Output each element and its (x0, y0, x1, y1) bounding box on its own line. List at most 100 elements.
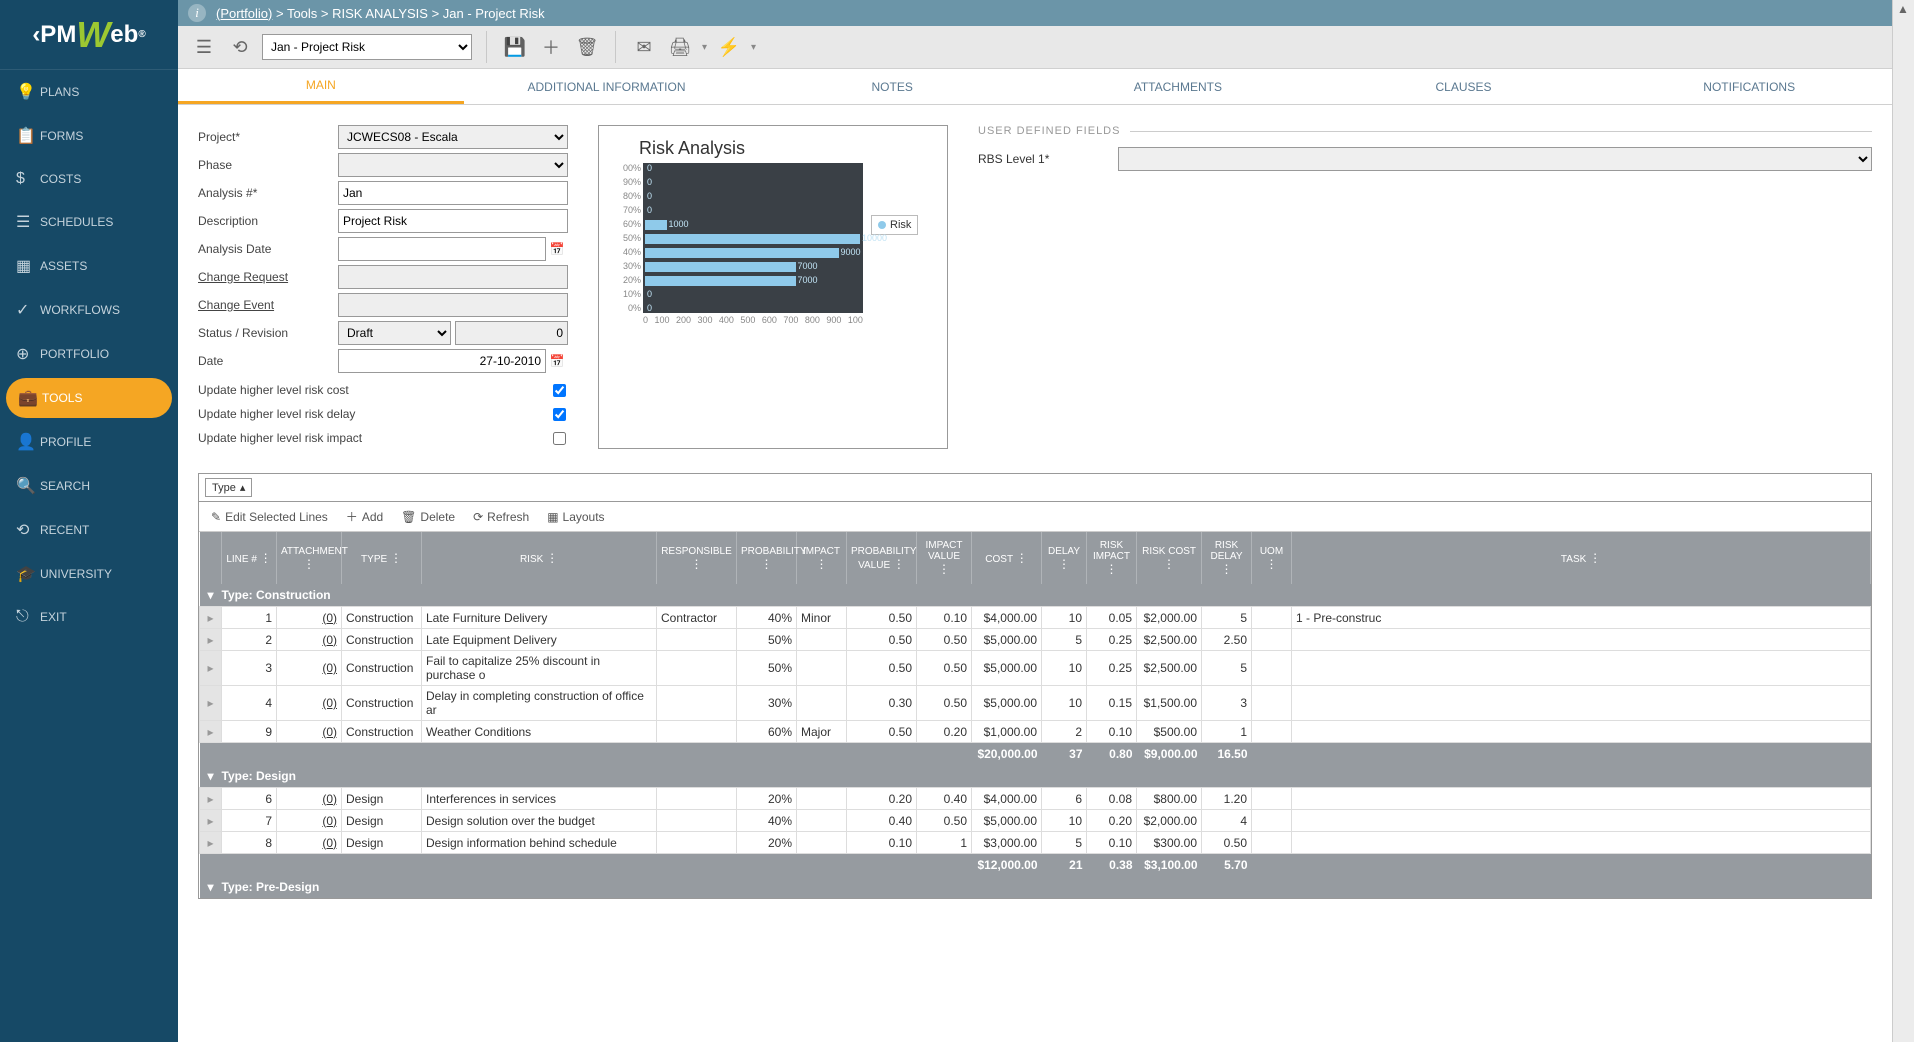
col-responsible[interactable]: RESPONSIBLE ⋮ (657, 532, 737, 584)
calendar-icon[interactable]: 📅 (546, 237, 568, 261)
scroll-up-icon[interactable]: ▲ (1897, 2, 1909, 16)
change-event-label[interactable]: Change Event (198, 298, 338, 312)
attachment-link[interactable]: (0) (322, 661, 337, 675)
tab-clauses[interactable]: CLAUSES (1321, 69, 1607, 104)
sidebar-item-profile[interactable]: 👤PROFILE (0, 420, 178, 464)
sidebar-item-assets[interactable]: ▦ASSETS (0, 244, 178, 288)
group-header[interactable]: ▾Type: Pre-Design (200, 876, 1871, 898)
sidebar-item-exit[interactable]: ⎋EXIT (0, 596, 178, 638)
list-icon[interactable]: ☰ (190, 33, 218, 61)
col-risk-delay[interactable]: RISK DELAY ⋮ (1202, 532, 1252, 584)
col-uom[interactable]: UOM ⋮ (1252, 532, 1292, 584)
col-impact[interactable]: IMPACT ⋮ (797, 532, 847, 584)
attachment-link[interactable]: (0) (322, 633, 337, 647)
tab-attachments[interactable]: ATTACHMENTS (1035, 69, 1321, 104)
add-icon[interactable]: ＋ (537, 33, 565, 61)
sidebar-item-costs[interactable]: $COSTS (0, 158, 178, 200)
sidebar-item-forms[interactable]: 📋FORMS (0, 114, 178, 158)
update-impact-checkbox[interactable] (553, 432, 566, 445)
tab-notes[interactable]: NOTES (749, 69, 1035, 104)
analysis-date-input[interactable] (338, 237, 546, 261)
row-handle[interactable]: ▸ (200, 788, 222, 810)
row-handle[interactable]: ▸ (200, 607, 222, 629)
info-icon[interactable]: i (188, 4, 206, 22)
sidebar-item-university[interactable]: 🎓UNIVERSITY (0, 552, 178, 596)
col-line-[interactable]: LINE # ⋮ (222, 532, 277, 584)
col-impact-value[interactable]: IMPACT VALUE ⋮ (917, 532, 972, 584)
tab-additional-information[interactable]: ADDITIONAL INFORMATION (464, 69, 750, 104)
sidebar-item-plans[interactable]: 💡PLANS (0, 70, 178, 114)
group-header[interactable]: ▾Type: Construction (200, 584, 1871, 607)
col-handle[interactable] (200, 532, 222, 584)
bolt-icon[interactable]: ⚡ (715, 33, 743, 61)
layouts-button[interactable]: ▦ Layouts (547, 508, 604, 525)
change-event-input (338, 293, 568, 317)
col-risk-impact[interactable]: RISK IMPACT ⋮ (1087, 532, 1137, 584)
row-handle[interactable]: ▸ (200, 721, 222, 743)
col-probability-value[interactable]: PROBABILITY VALUE ⋮ (847, 532, 917, 584)
attachment-link[interactable]: (0) (322, 611, 337, 625)
project-select[interactable]: JCWECS08 - Escala (338, 125, 568, 149)
sidebar-item-search[interactable]: 🔍SEARCH (0, 464, 178, 508)
date-input[interactable] (338, 349, 546, 373)
attachment-link[interactable]: (0) (322, 696, 337, 710)
edit-lines-button[interactable]: ✎ Edit Selected Lines (211, 508, 328, 525)
col-task[interactable]: TASK ⋮ (1292, 532, 1871, 584)
print-icon[interactable]: 🖨 (666, 33, 694, 61)
status-select[interactable]: Draft (338, 321, 451, 345)
col-delay[interactable]: DELAY ⋮ (1042, 532, 1087, 584)
save-icon[interactable]: 💾 (501, 33, 529, 61)
history-icon[interactable]: ⟲ (226, 33, 254, 61)
row-handle[interactable]: ▸ (200, 651, 222, 686)
tab-notifications[interactable]: NOTIFICATIONS (1606, 69, 1892, 104)
attachment-link[interactable]: (0) (322, 836, 337, 850)
table-row[interactable]: ▸7(0)DesignDesign solution over the budg… (200, 810, 1871, 832)
table-row[interactable]: ▸9(0)ConstructionWeather Conditions60%Ma… (200, 721, 1871, 743)
table-row[interactable]: ▸1(0)ConstructionLate Furniture Delivery… (200, 607, 1871, 629)
analysis-num-input[interactable] (338, 181, 568, 205)
refresh-button[interactable]: ⟳ Refresh (473, 508, 529, 525)
sidebar-item-schedules[interactable]: ☰SCHEDULES (0, 200, 178, 244)
col-risk-cost[interactable]: RISK COST ⋮ (1137, 532, 1202, 584)
attachment-link[interactable]: (0) (322, 725, 337, 739)
row-handle[interactable]: ▸ (200, 629, 222, 651)
phase-select[interactable] (338, 153, 568, 177)
row-handle[interactable]: ▸ (200, 832, 222, 854)
add-button[interactable]: ＋Add (346, 508, 383, 525)
sidebar-item-portfolio[interactable]: ⊕PORTFOLIO (0, 332, 178, 376)
description-input[interactable] (338, 209, 568, 233)
phase-label: Phase (198, 158, 338, 172)
table-row[interactable]: ▸6(0)DesignInterferences in services20%0… (200, 788, 1871, 810)
table-row[interactable]: ▸4(0)ConstructionDelay in completing con… (200, 686, 1871, 721)
attachment-link[interactable]: (0) (322, 814, 337, 828)
update-delay-checkbox[interactable] (553, 408, 566, 421)
group-header[interactable]: ▾Type: Design (200, 765, 1871, 788)
breadcrumb: (Portfolio) > Tools > RISK ANALYSIS > Ja… (216, 6, 545, 21)
sidebar-item-workflows[interactable]: ✓WORKFLOWS (0, 288, 178, 332)
mail-icon[interactable]: ✉ (630, 33, 658, 61)
delete-icon[interactable]: 🗑 (573, 33, 601, 61)
col-probability[interactable]: PROBABILITY ⋮ (737, 532, 797, 584)
table-row[interactable]: ▸2(0)ConstructionLate Equipment Delivery… (200, 629, 1871, 651)
attachment-link[interactable]: (0) (322, 792, 337, 806)
record-select[interactable]: Jan - Project Risk (262, 34, 472, 60)
col-attachment[interactable]: ATTACHMENT ⋮ (277, 532, 342, 584)
rbs-select[interactable] (1118, 147, 1872, 171)
col-type[interactable]: TYPE ⋮ (342, 532, 422, 584)
table-row[interactable]: ▸8(0)DesignDesign information behind sch… (200, 832, 1871, 854)
col-cost[interactable]: COST ⋮ (972, 532, 1042, 584)
delete-button[interactable]: 🗑 Delete (401, 508, 455, 525)
sidebar-item-recent[interactable]: ⟲RECENT (0, 508, 178, 552)
row-handle[interactable]: ▸ (200, 810, 222, 832)
sidebar-item-tools[interactable]: 💼TOOLS (6, 378, 172, 418)
change-request-label[interactable]: Change Request (198, 270, 338, 284)
tab-main[interactable]: MAIN (178, 69, 464, 104)
vertical-scrollbar[interactable]: ▲ (1892, 0, 1914, 1042)
grid-group-by[interactable]: Type ▴ (205, 478, 252, 497)
table-row[interactable]: ▸3(0)ConstructionFail to capitalize 25% … (200, 651, 1871, 686)
update-cost-checkbox[interactable] (553, 384, 566, 397)
breadcrumb-portfolio-link[interactable]: (Portfolio) (216, 6, 272, 21)
row-handle[interactable]: ▸ (200, 686, 222, 721)
calendar-icon[interactable]: 📅 (546, 349, 568, 373)
col-risk[interactable]: RISK ⋮ (422, 532, 657, 584)
